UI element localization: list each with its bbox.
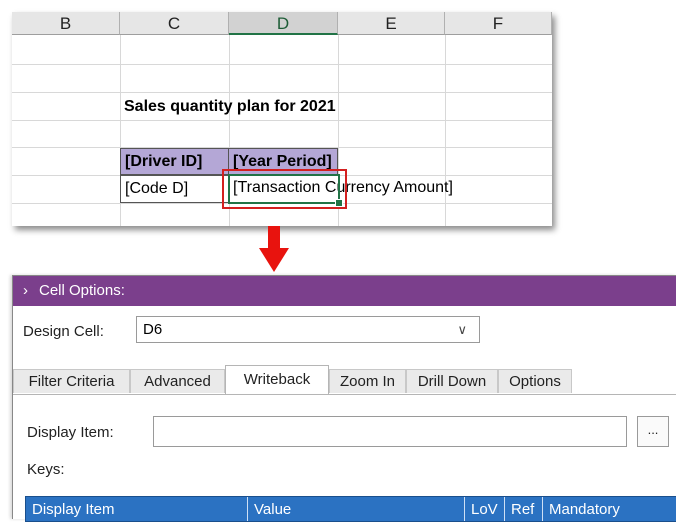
driver-id-cell[interactable]: [Driver ID] xyxy=(120,148,229,175)
design-cell-value: D6 xyxy=(143,321,163,338)
tab-advanced[interactable]: Advanced xyxy=(130,369,225,393)
chevron-right-icon[interactable]: › xyxy=(23,276,28,306)
design-cell-label: Design Cell: xyxy=(23,323,104,340)
down-arrow-icon xyxy=(259,226,289,272)
display-item-label: Display Item: xyxy=(27,424,114,441)
display-item-input[interactable] xyxy=(153,416,627,447)
gridline xyxy=(12,92,552,93)
column-header-b[interactable]: B xyxy=(12,12,120,35)
design-cell-select[interactable]: D6 ∨ xyxy=(136,316,480,343)
tab-writeback[interactable]: Writeback xyxy=(225,365,329,394)
grid-col-value[interactable]: Value xyxy=(248,497,465,521)
code-d-cell[interactable]: [Code D] xyxy=(120,175,229,203)
highlight-box xyxy=(222,169,347,209)
column-header-f[interactable]: F xyxy=(445,12,552,35)
panel-header[interactable]: › Cell Options: xyxy=(13,276,676,306)
keys-grid-header: Display Item Value LoV Ref Mandatory xyxy=(25,496,676,522)
tab-options[interactable]: Options xyxy=(498,369,572,393)
grid-col-lov[interactable]: LoV xyxy=(465,497,505,521)
column-header-d[interactable]: D xyxy=(229,12,338,35)
panel-title: Cell Options: xyxy=(39,282,125,299)
sheet-title-cell[interactable]: Sales quantity plan for 2021 xyxy=(120,94,336,120)
tab-divider xyxy=(13,394,676,395)
tab-zoom-in[interactable]: Zoom In xyxy=(329,369,406,393)
column-header-c[interactable]: C xyxy=(120,12,229,35)
grid-col-mandatory[interactable]: Mandatory xyxy=(543,497,676,521)
browse-button[interactable]: ... xyxy=(637,416,669,447)
grid-col-ref[interactable]: Ref xyxy=(505,497,543,521)
tab-filter-criteria[interactable]: Filter Criteria xyxy=(13,369,130,393)
tab-drill-down[interactable]: Drill Down xyxy=(406,369,498,393)
gridline xyxy=(12,64,552,65)
gridline xyxy=(12,120,552,121)
keys-label: Keys: xyxy=(27,461,65,478)
excel-sheet-snippet: B C D E F Sales quantity plan for 2021 [… xyxy=(12,12,552,226)
cell-options-panel: › Cell Options: Design Cell: D6 ∨ Filter… xyxy=(12,275,676,522)
grid-col-display-item[interactable]: Display Item xyxy=(26,497,248,521)
chevron-down-icon[interactable]: ∨ xyxy=(457,317,467,342)
column-header-e[interactable]: E xyxy=(338,12,445,35)
